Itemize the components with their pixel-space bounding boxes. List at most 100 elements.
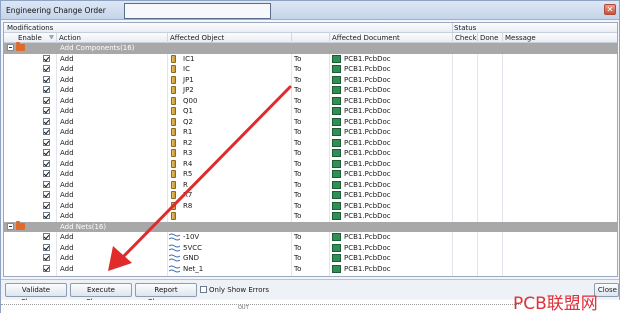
group-label: Add Nets(16): [60, 222, 107, 231]
table-row[interactable]: Add -10V To PCB1.PcbDoc: [4, 232, 617, 243]
validate-changes-button[interactable]: Validate Changes: [5, 283, 67, 306]
enable-checkbox[interactable]: [43, 264, 50, 272]
table-row[interactable]: Add JP1 To PCB1.PcbDoc: [4, 75, 617, 86]
col-enable[interactable]: Enable: [18, 34, 42, 42]
enable-checkbox[interactable]: [43, 254, 50, 261]
table-row[interactable]: Add R2 To PCB1.PcbDoc: [4, 138, 617, 149]
collapse-icon[interactable]: [7, 44, 14, 51]
affected-document-cell: PCB1.PcbDoc: [344, 264, 391, 273]
enable-checkbox[interactable]: [43, 96, 50, 104]
dotted-guide: [1, 304, 521, 305]
group-divider: [452, 23, 453, 33]
pcb-document-icon: [332, 65, 341, 73]
component-icon: [171, 54, 176, 63]
net-icon: [168, 233, 181, 241]
action-cell: Add: [60, 201, 74, 210]
report-changes-button[interactable]: Report Changes...: [135, 283, 197, 306]
col-done[interactable]: Done: [480, 34, 498, 42]
table-row[interactable]: Add R8 To PCB1.PcbDoc: [4, 201, 617, 212]
table-row[interactable]: Add R5 To PCB1.PcbDoc: [4, 169, 617, 180]
component-icon: [171, 86, 176, 94]
column-header: Enable Action Affected Object Affected D…: [4, 33, 617, 43]
col-affected-document[interactable]: Affected Document: [332, 34, 400, 42]
action-cell: Add: [60, 65, 74, 73]
to-cell: To: [294, 254, 302, 262]
to-cell: To: [294, 243, 302, 252]
col-action[interactable]: Action: [59, 34, 81, 42]
enable-checkbox[interactable]: [43, 54, 50, 62]
affected-document-cell: PCB1.PcbDoc: [344, 191, 391, 199]
table-row[interactable]: Add R1 To PCB1.PcbDoc: [4, 127, 617, 138]
enable-checkbox[interactable]: [43, 65, 50, 72]
table-row[interactable]: Add R3 To PCB1.PcbDoc: [4, 148, 617, 159]
modifications-group-label: Modifications: [7, 24, 54, 32]
enable-checkbox[interactable]: [43, 75, 50, 83]
col-affected-object[interactable]: Affected Object: [170, 34, 224, 42]
affected-document-cell: PCB1.PcbDoc: [344, 201, 391, 210]
only-show-errors-checkbox[interactable]: [200, 286, 207, 293]
affected-object-cell: R1: [183, 128, 193, 136]
filter-icon[interactable]: [49, 35, 54, 40]
table-row[interactable]: Add To PCB1.PcbDoc: [4, 211, 617, 222]
action-cell: Add: [60, 117, 74, 126]
enable-checkbox[interactable]: [43, 128, 50, 135]
table-row[interactable]: Add Q1 To PCB1.PcbDoc: [4, 106, 617, 117]
col-message[interactable]: Message: [505, 34, 536, 42]
to-cell: To: [294, 65, 302, 73]
table-row[interactable]: Add Net_1 To PCB1.PcbDoc: [4, 264, 617, 275]
action-cell: Add: [60, 243, 74, 252]
pcb-document-icon: [332, 212, 341, 220]
close-icon[interactable]: ✕: [604, 4, 616, 15]
enable-checkbox[interactable]: [43, 117, 50, 125]
pcb-document-icon: [332, 243, 341, 252]
enable-checkbox[interactable]: [43, 107, 50, 114]
enable-checkbox[interactable]: [43, 180, 50, 188]
enable-checkbox[interactable]: [43, 201, 50, 209]
table-row[interactable]: Add IC To PCB1.PcbDoc: [4, 64, 617, 75]
enable-checkbox[interactable]: [43, 212, 50, 219]
enable-checkbox[interactable]: [43, 191, 50, 198]
table-row[interactable]: Add R4 To PCB1.PcbDoc: [4, 159, 617, 170]
component-icon: [171, 212, 176, 220]
to-cell: To: [294, 128, 302, 136]
action-cell: Add: [60, 54, 74, 63]
enable-checkbox[interactable]: [43, 159, 50, 167]
group-row[interactable]: Add Components(16): [4, 42, 617, 54]
enable-checkbox[interactable]: [43, 170, 50, 177]
affected-object-cell: IC1: [183, 54, 195, 63]
enable-checkbox[interactable]: [43, 149, 50, 156]
table-row[interactable]: Add R7 To PCB1.PcbDoc: [4, 190, 617, 201]
net-icon: [168, 244, 181, 252]
table-row[interactable]: Add JP2 To PCB1.PcbDoc: [4, 85, 617, 96]
enable-checkbox[interactable]: [43, 233, 50, 240]
enable-checkbox[interactable]: [43, 86, 50, 93]
enable-checkbox[interactable]: [43, 138, 50, 146]
to-cell: To: [294, 159, 302, 168]
action-cell: Add: [60, 96, 74, 105]
action-cell: Add: [60, 264, 74, 273]
pcb-document-icon: [332, 128, 341, 136]
group-row[interactable]: Add Nets(16): [4, 220, 617, 232]
table-row[interactable]: Add GND To PCB1.PcbDoc: [4, 253, 617, 264]
col-check[interactable]: Check: [455, 34, 477, 42]
table-row[interactable]: Add Q00 To PCB1.PcbDoc: [4, 96, 617, 107]
to-cell: To: [294, 201, 302, 210]
affected-object-cell: R2: [183, 138, 193, 147]
table-row[interactable]: Add 5VCC To PCB1.PcbDoc: [4, 243, 617, 254]
collapse-icon[interactable]: [7, 222, 14, 230]
enable-checkbox[interactable]: [43, 243, 50, 251]
component-icon: [171, 138, 176, 147]
pcb-document-icon: [332, 170, 341, 178]
table-row[interactable]: Add Q2 To PCB1.PcbDoc: [4, 117, 617, 128]
affected-document-cell: PCB1.PcbDoc: [344, 107, 391, 115]
table-row[interactable]: Add R To PCB1.PcbDoc: [4, 180, 617, 191]
action-cell: Add: [60, 138, 74, 147]
table-row[interactable]: Add IC1 To PCB1.PcbDoc: [4, 54, 617, 65]
component-icon: [171, 117, 176, 126]
pcb-document-icon: [332, 75, 341, 84]
component-icon: [171, 75, 176, 84]
execute-changes-button[interactable]: Execute Changes: [70, 283, 132, 306]
affected-document-cell: PCB1.PcbDoc: [344, 233, 391, 241]
component-icon: [171, 149, 176, 157]
action-cell: Add: [60, 107, 74, 115]
